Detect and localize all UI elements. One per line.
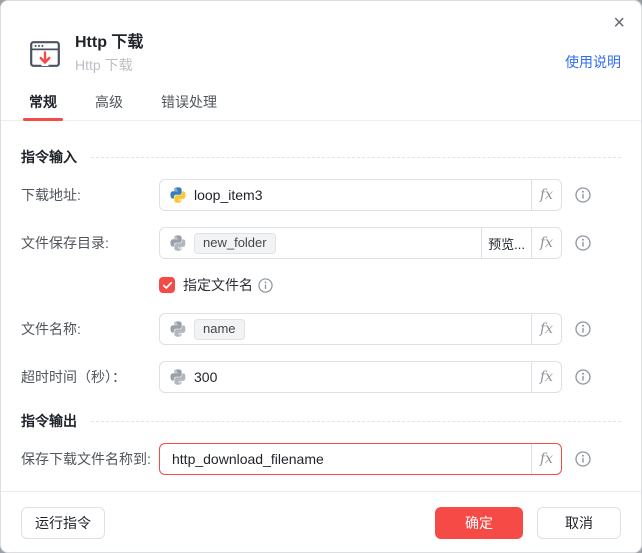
save-dir-input[interactable]: new_folder 预览... fx bbox=[159, 227, 562, 259]
header-titles: Http 下载 Http 下载 bbox=[75, 34, 565, 73]
specify-filename-checkbox[interactable] bbox=[159, 277, 175, 293]
python-icon bbox=[170, 235, 186, 251]
download-url-input[interactable]: loop_item3 fx bbox=[159, 179, 562, 211]
file-name-input[interactable]: name fx bbox=[159, 313, 562, 345]
python-icon bbox=[170, 369, 186, 385]
output-var-label: 保存下载文件名称到: bbox=[21, 451, 151, 467]
run-instruction-button[interactable]: 运行指令 bbox=[21, 507, 105, 539]
section-input-title: 指令输入 bbox=[21, 149, 77, 165]
tab-advanced[interactable]: 高级 bbox=[89, 88, 129, 120]
preview-button[interactable]: 预览... bbox=[481, 228, 531, 258]
dialog-title: Http 下载 bbox=[75, 34, 144, 51]
specify-filename-label: 指定文件名 bbox=[183, 277, 253, 293]
timeout-value: 300 bbox=[194, 369, 218, 385]
dialog-body: 指令输入 下载地址: loop_item3 fx 文件保存目录: new_fol… bbox=[1, 121, 641, 491]
download-url-label: 下载地址: bbox=[21, 187, 81, 203]
close-icon[interactable]: × bbox=[613, 13, 625, 33]
timeout-label: 超时时间（秒）： bbox=[21, 369, 126, 385]
http-download-icon bbox=[30, 40, 60, 67]
info-icon[interactable] bbox=[575, 369, 591, 385]
info-icon[interactable] bbox=[575, 187, 591, 203]
fx-expression-button[interactable]: fx bbox=[531, 362, 561, 392]
section-divider bbox=[91, 156, 621, 158]
check-icon bbox=[162, 281, 172, 289]
python-icon bbox=[170, 187, 186, 203]
dialog-subtitle: Http 下载 bbox=[75, 57, 133, 73]
info-icon[interactable] bbox=[575, 235, 591, 251]
fx-expression-button[interactable]: fx bbox=[531, 228, 561, 258]
row-file-name: 文件名称: name fx bbox=[21, 313, 621, 345]
row-download-url: 下载地址: loop_item3 fx bbox=[21, 179, 621, 211]
row-timeout: 超时时间（秒）： 300 fx bbox=[21, 361, 621, 393]
variable-chip: name bbox=[194, 318, 245, 340]
timeout-input[interactable]: 300 fx bbox=[159, 361, 562, 393]
tab-error-handling[interactable]: 错误处理 bbox=[155, 88, 223, 120]
info-icon[interactable] bbox=[575, 451, 591, 467]
row-output-var: 保存下载文件名称到: http_download_filename fx bbox=[21, 443, 621, 475]
output-var-input[interactable]: http_download_filename fx bbox=[159, 443, 562, 475]
section-divider bbox=[91, 420, 621, 422]
ok-button[interactable]: 确定 bbox=[435, 507, 523, 539]
dialog-header: Http 下载 Http 下载 使用说明 bbox=[1, 1, 641, 73]
save-dir-label: 文件保存目录: bbox=[21, 235, 109, 251]
section-output-title: 指令输出 bbox=[21, 413, 77, 429]
python-icon bbox=[170, 321, 186, 337]
download-url-value: loop_item3 bbox=[194, 187, 263, 203]
file-name-label: 文件名称: bbox=[21, 321, 81, 337]
variable-chip: new_folder bbox=[194, 232, 276, 254]
fx-expression-button[interactable]: fx bbox=[531, 180, 561, 210]
section-output: 指令输出 bbox=[21, 411, 621, 431]
cancel-button[interactable]: 取消 bbox=[537, 507, 621, 539]
section-input: 指令输入 bbox=[21, 147, 621, 167]
row-specify-filename: 指定文件名 bbox=[159, 275, 621, 295]
tab-bar: 常规 高级 错误处理 bbox=[1, 88, 641, 121]
output-var-value: http_download_filename bbox=[172, 451, 324, 467]
help-link[interactable]: 使用说明 bbox=[565, 52, 621, 73]
http-download-dialog: × Http 下载 Http 下载 使用说明 常规 高级 错误处理 指令输入 下… bbox=[0, 0, 642, 553]
row-save-dir: 文件保存目录: new_folder 预览... fx bbox=[21, 227, 621, 259]
fx-expression-button[interactable]: fx bbox=[531, 314, 561, 344]
info-icon[interactable] bbox=[575, 321, 591, 337]
dialog-footer: 运行指令 确定 取消 bbox=[1, 491, 641, 552]
info-icon[interactable] bbox=[258, 278, 273, 293]
tab-general[interactable]: 常规 bbox=[23, 88, 63, 121]
fx-expression-button[interactable]: fx bbox=[531, 444, 561, 474]
